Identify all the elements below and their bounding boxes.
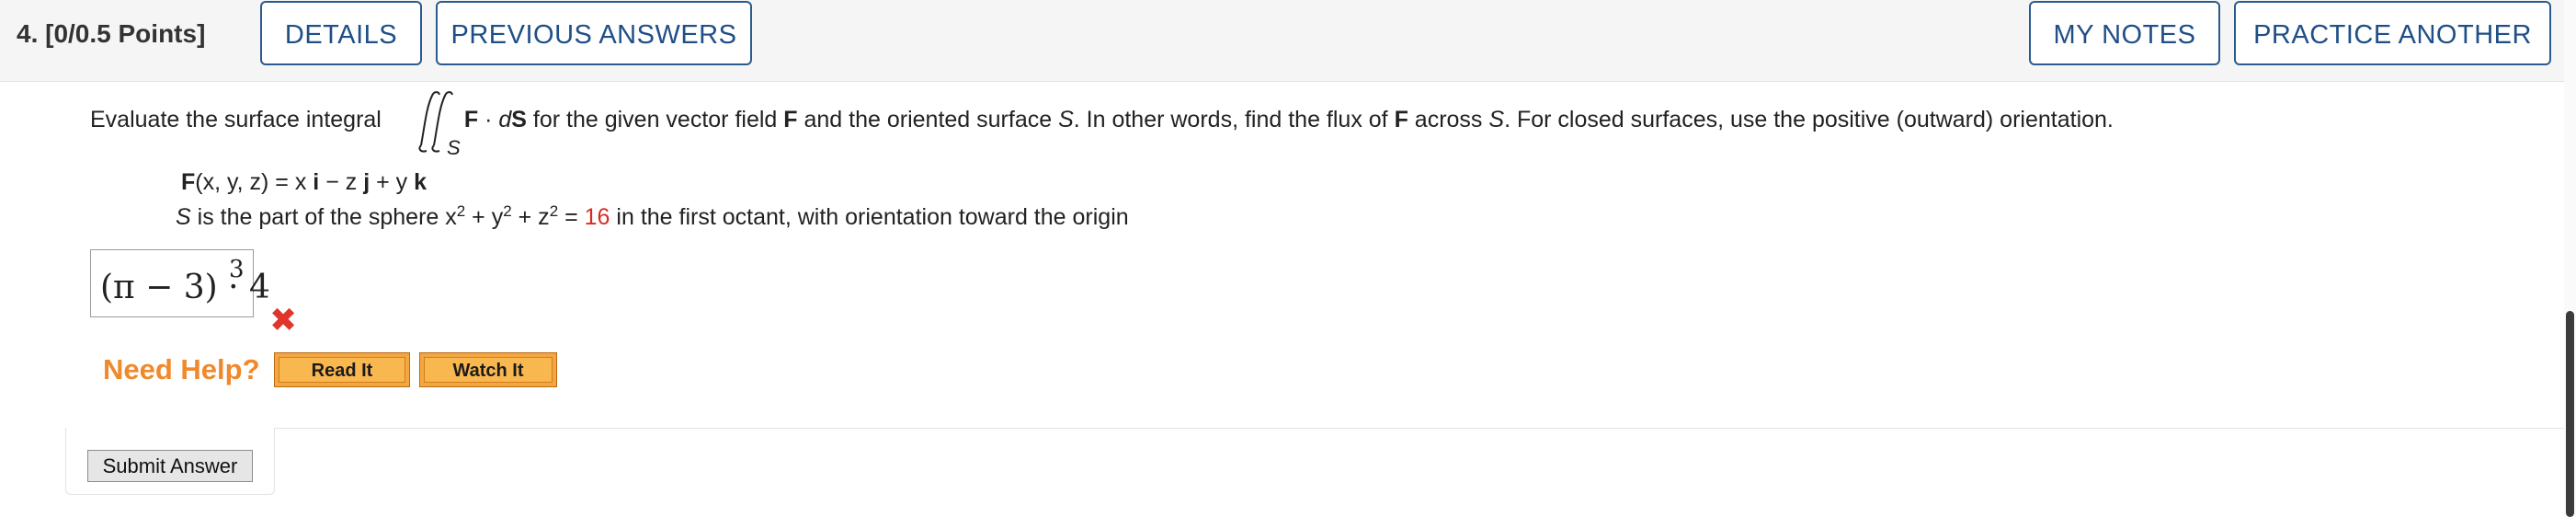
exponent-2: 2 — [503, 202, 512, 220]
surface-text-1: is the part of the sphere x — [190, 204, 457, 230]
prompt-mid-4: across — [1408, 107, 1489, 132]
read-it-label: Read It — [279, 357, 405, 383]
need-help-label: Need Help? — [103, 353, 260, 385]
prompt-end-text: . For closed surfaces, use the positive … — [1504, 107, 2114, 132]
prompt-surface-name-2: S — [1488, 107, 1505, 132]
integrand-dot: · — [478, 107, 499, 132]
exponent-1: 2 — [456, 202, 466, 220]
integral-subscript: S — [447, 136, 461, 156]
prompt-field-name: F — [783, 107, 798, 132]
exponent-3: 2 — [549, 202, 559, 220]
answer-input[interactable]: (π − 3) · 4 3 — [90, 249, 270, 317]
prompt-field-name-2: F — [1394, 107, 1408, 132]
answer-value: (π − 3) · 4 — [100, 269, 270, 306]
submit-panel — [65, 428, 2576, 517]
surface-text-2: + y — [465, 204, 504, 230]
my-notes-button[interactable]: MY NOTES — [2029, 1, 2220, 65]
prompt-start-text: Evaluate the surface integral — [90, 107, 382, 132]
prompt-mid-3: . In other words, find the flux of — [1073, 107, 1395, 132]
field-mid-2: + y — [370, 169, 415, 195]
details-button[interactable]: DETAILS — [260, 1, 422, 65]
watch-it-label: Watch It — [424, 357, 553, 383]
prompt-mid-2: and the oriented surface — [797, 107, 1059, 132]
field-mid-1: − z — [319, 169, 364, 195]
question-page: 4. [0/0.5 Points] DETAILS PREVIOUS ANSWE… — [0, 0, 2576, 517]
question-points-label: 4. [0/0.5 Points] — [17, 19, 206, 48]
answer-exponent: 3 — [229, 256, 245, 283]
integrand-field: F — [463, 107, 479, 132]
unit-k: k — [414, 169, 427, 195]
scrollbar-thumb[interactable] — [2566, 311, 2574, 517]
integrand-surface-vector: S — [511, 107, 527, 132]
prompt-mid-1: for the given vector field — [526, 107, 784, 132]
submit-answer-button[interactable]: Submit Answer — [87, 450, 253, 482]
field-symbol: F — [181, 169, 196, 195]
integrand-d: d — [498, 107, 512, 132]
surface-definition: S is the part of the sphere x2 + y2 + z2… — [176, 201, 1129, 233]
field-args: (x, y, z) = x — [195, 169, 313, 195]
incorrect-x-icon: ✖ — [269, 301, 298, 339]
double-integral-icon: S — [418, 91, 461, 156]
surface-symbol: S — [176, 204, 191, 230]
panel-divider — [275, 428, 2576, 429]
surface-text-5: in the first octant, with orientation to… — [610, 204, 1129, 230]
watch-it-button[interactable]: Watch It — [419, 352, 557, 387]
question-prompt: Evaluate the surface integral F · dS for … — [90, 104, 2114, 136]
surface-text-4: = — [558, 204, 585, 230]
previous-answers-button[interactable]: PREVIOUS ANSWERS — [436, 1, 752, 65]
prompt-surface-name: S — [1058, 107, 1074, 132]
question-header: 4. [0/0.5 Points] DETAILS PREVIOUS ANSWE… — [0, 0, 2576, 82]
surface-text-3: + z — [511, 204, 550, 230]
sphere-radius-squared-value: 16 — [584, 204, 610, 230]
practice-another-button[interactable]: PRACTICE ANOTHER — [2234, 1, 2551, 65]
read-it-button[interactable]: Read It — [274, 352, 410, 387]
vector-field-definition: F(x, y, z) = x i − z j + y k — [181, 167, 427, 198]
